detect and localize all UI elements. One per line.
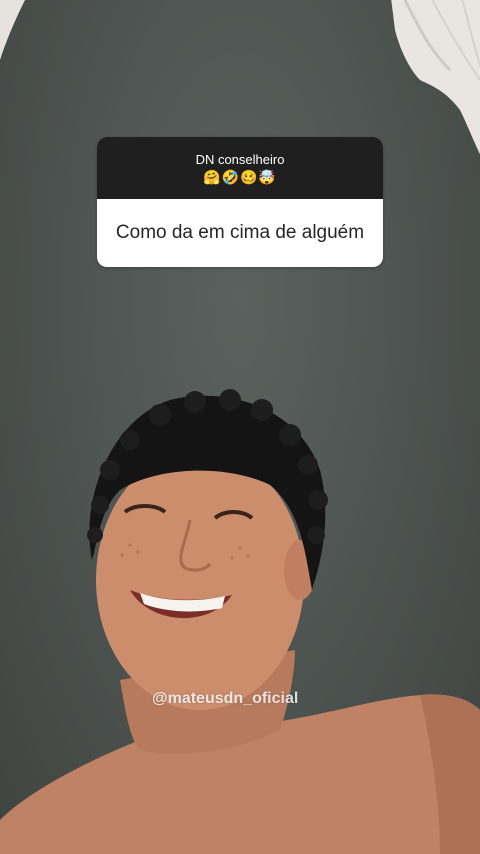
creator-watermark: @mateusdn_oficial xyxy=(152,690,299,707)
question-text: Como da em cima de alguém xyxy=(115,222,365,243)
question-sticker-header: DN conselheiro 🤗🤣🥴🤯 xyxy=(97,137,383,199)
question-sticker[interactable]: DN conselheiro 🤗🤣🥴🤯 Como da em cima de a… xyxy=(97,137,383,267)
story-frame: DN conselheiro 🤗🤣🥴🤯 Como da em cima de a… xyxy=(0,0,480,854)
curtain-edge-image xyxy=(0,0,26,60)
person-image xyxy=(0,389,480,854)
question-sticker-emojis: 🤗🤣🥴🤯 xyxy=(203,169,277,185)
question-sticker-title: DN conselheiro xyxy=(195,152,285,167)
